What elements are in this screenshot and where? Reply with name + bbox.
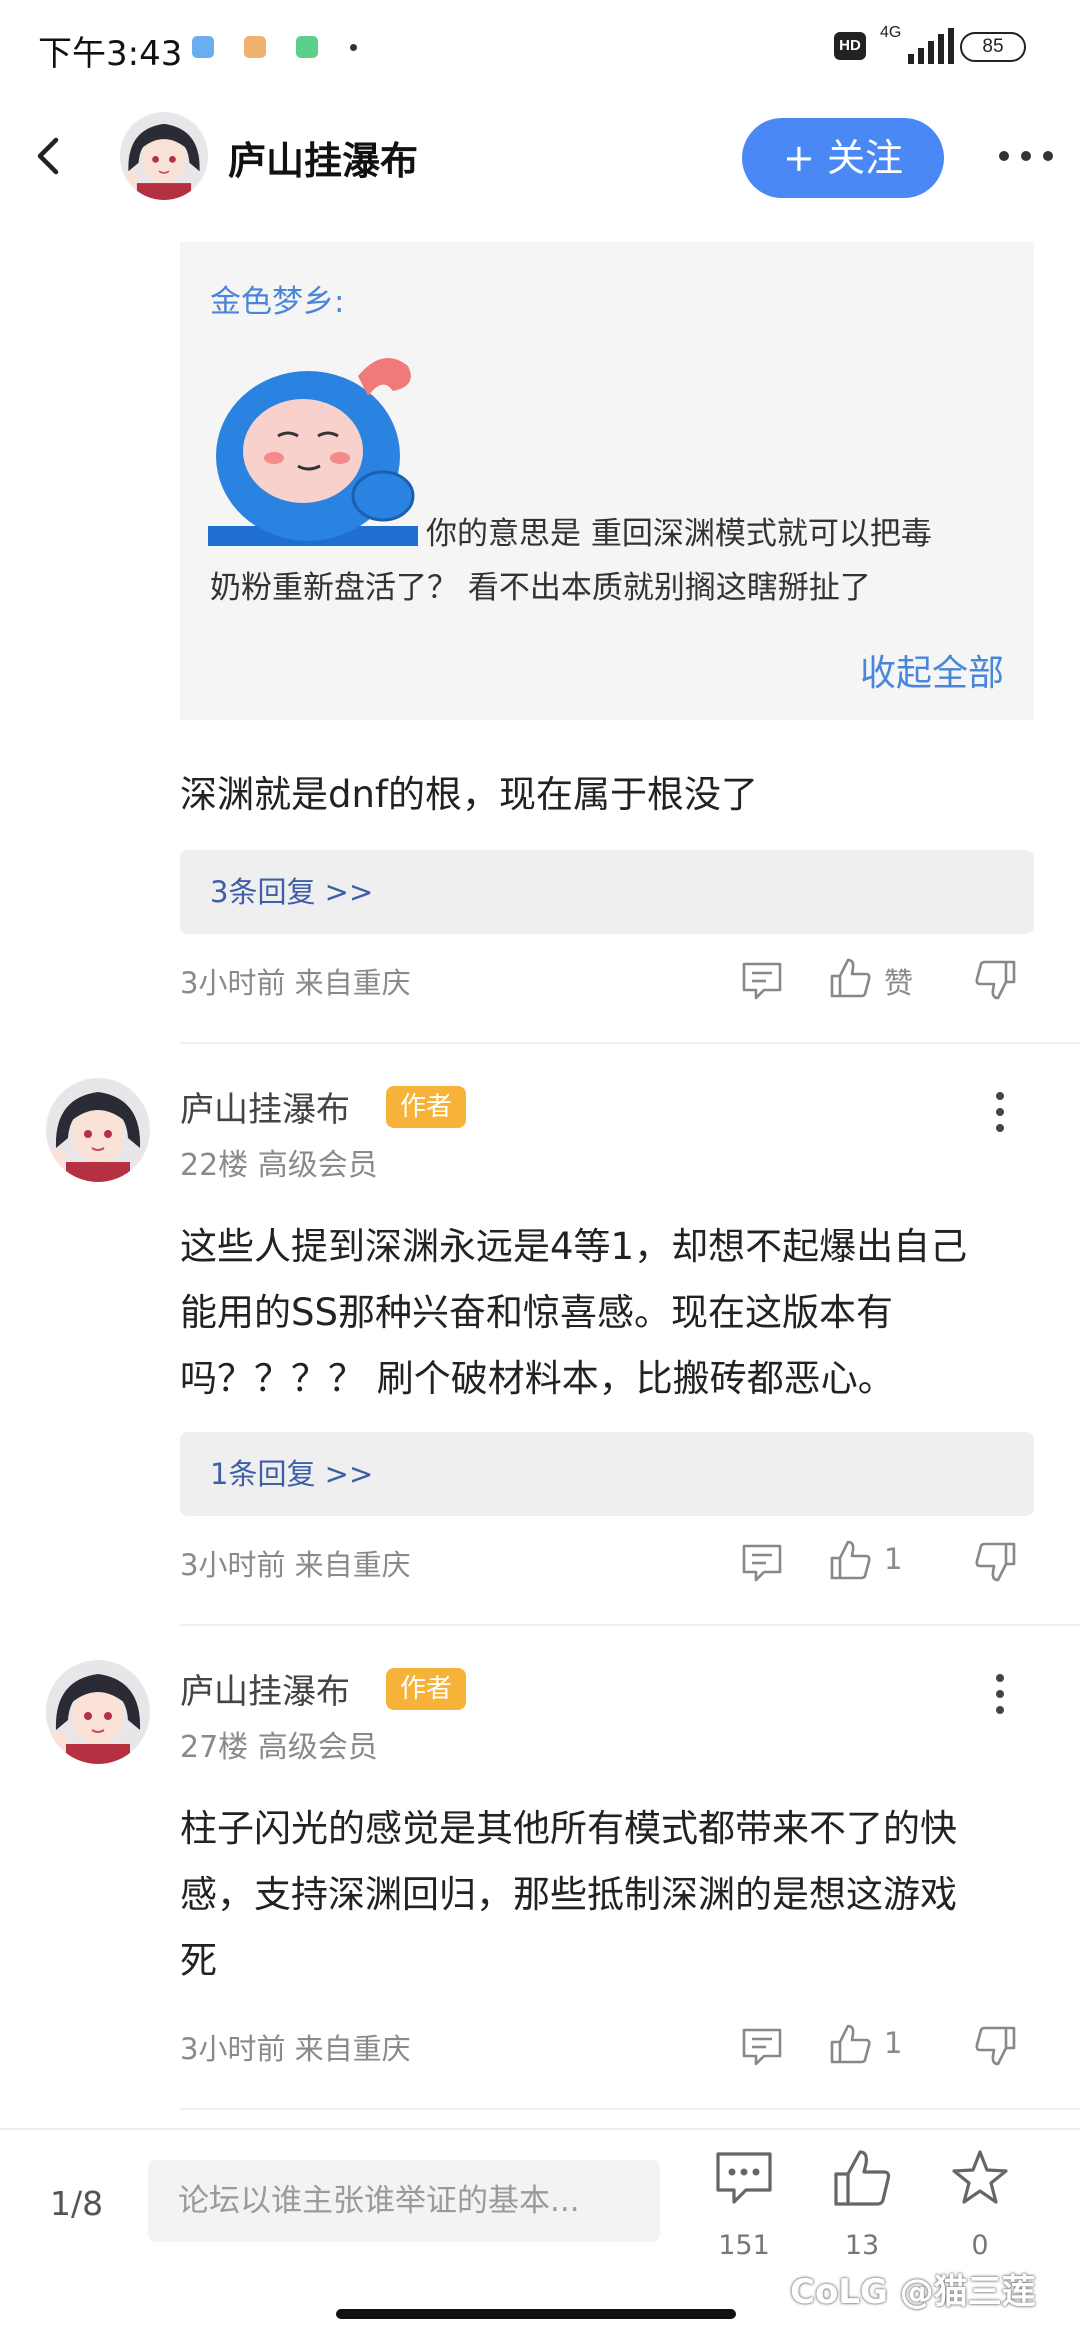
collapse-all-link[interactable]: 收起全部 [860, 644, 1004, 696]
blue-mascot-sticker [208, 358, 418, 546]
comment-text: 这些人提到深渊永远是4等1，却想不起爆出自己 能用的SS那种兴奋和惊喜感。现在这… [180, 1214, 1050, 1412]
status-bar: 下午3:43 HD 4G 85 [0, 0, 1080, 96]
floor-level: 22楼 高级会员 [180, 1148, 378, 1183]
app-header: 庐山挂瀑布 + 关注 [0, 96, 1080, 222]
comment-text-line: 这些人提到深渊永远是4等1，却想不起爆出自己 [180, 1225, 968, 1268]
thumbs-down-icon[interactable] [974, 2024, 1018, 2068]
commenter-avatar[interactable] [46, 1078, 150, 1182]
comment-more-icon[interactable] [990, 1088, 1010, 1136]
quote-author[interactable]: 金色梦乡: [210, 276, 344, 321]
follow-button[interactable]: + 关注 [742, 118, 944, 198]
hd-icon: HD [834, 32, 866, 60]
comment-text-line: 感，支持深渊回归，那些抵制深渊的是想这游戏 [180, 1873, 957, 1916]
commenter-name[interactable]: 庐山挂瀑布 [180, 1664, 350, 1713]
comment-text: 深渊就是dnf的根，现在属于根没了 [180, 773, 758, 816]
author-badge: 作者 [386, 1086, 466, 1128]
page-title: 庐山挂瀑布 [228, 139, 419, 183]
likes-count: 13 [844, 2230, 880, 2261]
cloud-notification-icon [192, 36, 214, 58]
comment-icon[interactable] [740, 1540, 784, 1584]
star-icon[interactable] [950, 2148, 1010, 2208]
author-badge: 作者 [386, 1668, 466, 1710]
comments-icon[interactable] [714, 2148, 774, 2208]
author-avatar[interactable] [120, 112, 208, 200]
like-count: 1 [884, 2026, 903, 2060]
home-indicator[interactable] [336, 2309, 736, 2319]
comments-count: 151 [718, 2230, 770, 2261]
comment-meta: 3小时前 来自重庆 [180, 966, 411, 1000]
commenter-name[interactable]: 庐山挂瀑布 [180, 1082, 350, 1131]
comment-icon[interactable] [740, 958, 784, 1002]
comment-text-line: 死 [180, 1939, 217, 1982]
comment-meta: 3小时前 来自重庆 [180, 2032, 411, 2066]
back-arrow-icon[interactable] [28, 134, 72, 178]
signal-icon [908, 28, 954, 64]
status-time: 下午3:43 [38, 34, 183, 74]
page-indicator[interactable]: 1/8 [50, 2184, 103, 2223]
comment-icon[interactable] [740, 2024, 784, 2068]
thumbs-down-icon[interactable] [974, 958, 1018, 1002]
more-notifications-icon [350, 44, 357, 51]
quote-text-line2: 奶粉重新盘活了？ 看不出本质就别搁这瞎掰扯了 [210, 570, 871, 606]
view-replies-button[interactable]: 3条回复 >> [180, 850, 1034, 934]
network-type: 4G [880, 24, 902, 41]
floor-level: 27楼 高级会员 [180, 1730, 378, 1765]
comment-text-line: 柱子闪光的感觉是其他所有模式都带来不了的快 [180, 1807, 957, 1850]
thumbs-up-icon[interactable] [828, 1538, 872, 1582]
thumbs-up-icon[interactable] [828, 2022, 872, 2066]
wechat-notification-icon [296, 36, 318, 58]
watermark: CoLG @猫三莲 [790, 2272, 1036, 2312]
like-icon[interactable] [832, 2148, 892, 2208]
divider [180, 1042, 1080, 1044]
divider [180, 2108, 1080, 2110]
comment-text-line: 能用的SS那种兴奋和惊喜感。现在这版本有 [180, 1291, 893, 1334]
quote-text-line1: 你的意思是 重回深渊模式就可以把毒 [426, 516, 932, 552]
like-count: 赞 [884, 966, 914, 1000]
battery-icon: 85 [960, 32, 1026, 62]
divider [180, 1624, 1080, 1626]
quoted-reply: 金色梦乡: 你的意思是 重回深渊模式就可以把毒 奶粉重新盘活了？ 看不出本质就别… [180, 242, 1034, 720]
comment-meta: 3小时前 来自重庆 [180, 1548, 411, 1582]
thumbs-down-icon[interactable] [974, 1540, 1018, 1584]
commenter-avatar[interactable] [46, 1660, 150, 1764]
comment-more-icon[interactable] [990, 1670, 1010, 1718]
comment-text-line: 吗？？？？ 刷个破材料本，比搬砖都恶心。 [180, 1357, 895, 1400]
view-replies-button[interactable]: 1条回复 >> [180, 1432, 1034, 1516]
thumbs-up-icon[interactable] [828, 956, 872, 1000]
comment-text: 柱子闪光的感觉是其他所有模式都带来不了的快 感，支持深渊回归，那些抵制深渊的是想… [180, 1796, 1050, 1994]
reply-input[interactable]: 论坛以谁主张谁举证的基本... [148, 2160, 660, 2242]
more-options-icon[interactable] [996, 144, 1056, 168]
like-count: 1 [884, 1542, 903, 1576]
app-notification-icon [244, 36, 266, 58]
favorites-count: 0 [971, 2230, 989, 2261]
